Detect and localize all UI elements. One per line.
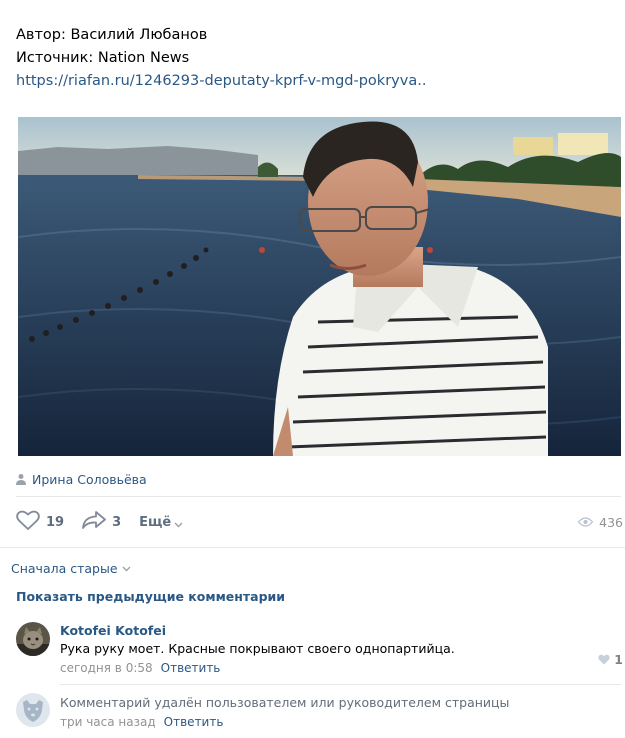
chevron-down-icon (122, 561, 131, 576)
post-author-line: Автор: Василий Любанов (16, 27, 208, 43)
more-button[interactable]: Ещё (139, 515, 183, 530)
heart-icon (598, 654, 610, 665)
comment-time[interactable]: три часа назад (60, 713, 156, 731)
post-signer-name: Ирина Соловьёва (32, 471, 147, 487)
views-counter: 436 (577, 508, 623, 536)
comments-divider (0, 547, 625, 548)
heart-icon (16, 510, 40, 534)
comment-author[interactable]: Kotofei Kotofei (60, 622, 623, 639)
comment-reply-link[interactable]: Ответить (161, 659, 221, 677)
post-signer[interactable]: Ирина Соловьёва (16, 470, 147, 488)
comment-like-button[interactable]: 1 (598, 652, 623, 667)
post-photo[interactable] (18, 117, 621, 456)
comment-time[interactable]: сегодня в 0:58 (60, 659, 153, 677)
comment-body: Комментарий удалён пользователем или рук… (60, 693, 623, 731)
post-text: Автор: Василий Любанов Источник: Nation … (16, 24, 616, 93)
show-previous-comments-link[interactable]: Показать предыдущие комментарии (16, 589, 285, 604)
post-link[interactable]: https://riafan.ru/1246293-deputaty-kprf-… (16, 70, 616, 93)
comment-deleted-text: Комментарий удалён пользователем или рук… (60, 695, 510, 710)
more-label: Ещё (139, 514, 172, 530)
like-count: 19 (46, 514, 65, 530)
comment-body: Kotofei Kotofei Рука руку моет. Красные … (60, 622, 623, 677)
post-actions: 19 3 Ещё 436 (16, 508, 623, 536)
cat-avatar[interactable] (16, 622, 50, 656)
share-arrow-icon (82, 511, 106, 533)
comment-meta: три часа назад Ответить (60, 713, 623, 731)
eye-icon (577, 515, 594, 530)
chevron-down-icon (174, 518, 183, 527)
comments-sort-dropdown[interactable]: Сначала старые (11, 561, 131, 576)
comment-meta: сегодня в 0:58 Ответить (60, 659, 623, 677)
person-icon (16, 473, 26, 485)
like-button[interactable]: 19 (16, 510, 64, 534)
post-divider (16, 496, 621, 497)
comment-item: Kotofei Kotofei Рука руку моет. Красные … (16, 622, 623, 680)
comment-divider (60, 684, 621, 685)
share-button[interactable]: 3 (82, 511, 121, 533)
comment-like-count: 1 (614, 652, 623, 667)
comment-text: Рука руку моет. Красные покрывают своего… (60, 641, 455, 656)
comments-sort-label: Сначала старые (11, 561, 118, 576)
post-source-line: Источник: Nation News (16, 50, 190, 66)
comment-item-deleted: Комментарий удалён пользователем или рук… (16, 693, 623, 733)
comment-reply-link[interactable]: Ответить (164, 713, 224, 731)
views-count: 436 (599, 514, 623, 530)
share-count: 3 (112, 514, 122, 530)
deactivated-dog-avatar (16, 693, 50, 727)
